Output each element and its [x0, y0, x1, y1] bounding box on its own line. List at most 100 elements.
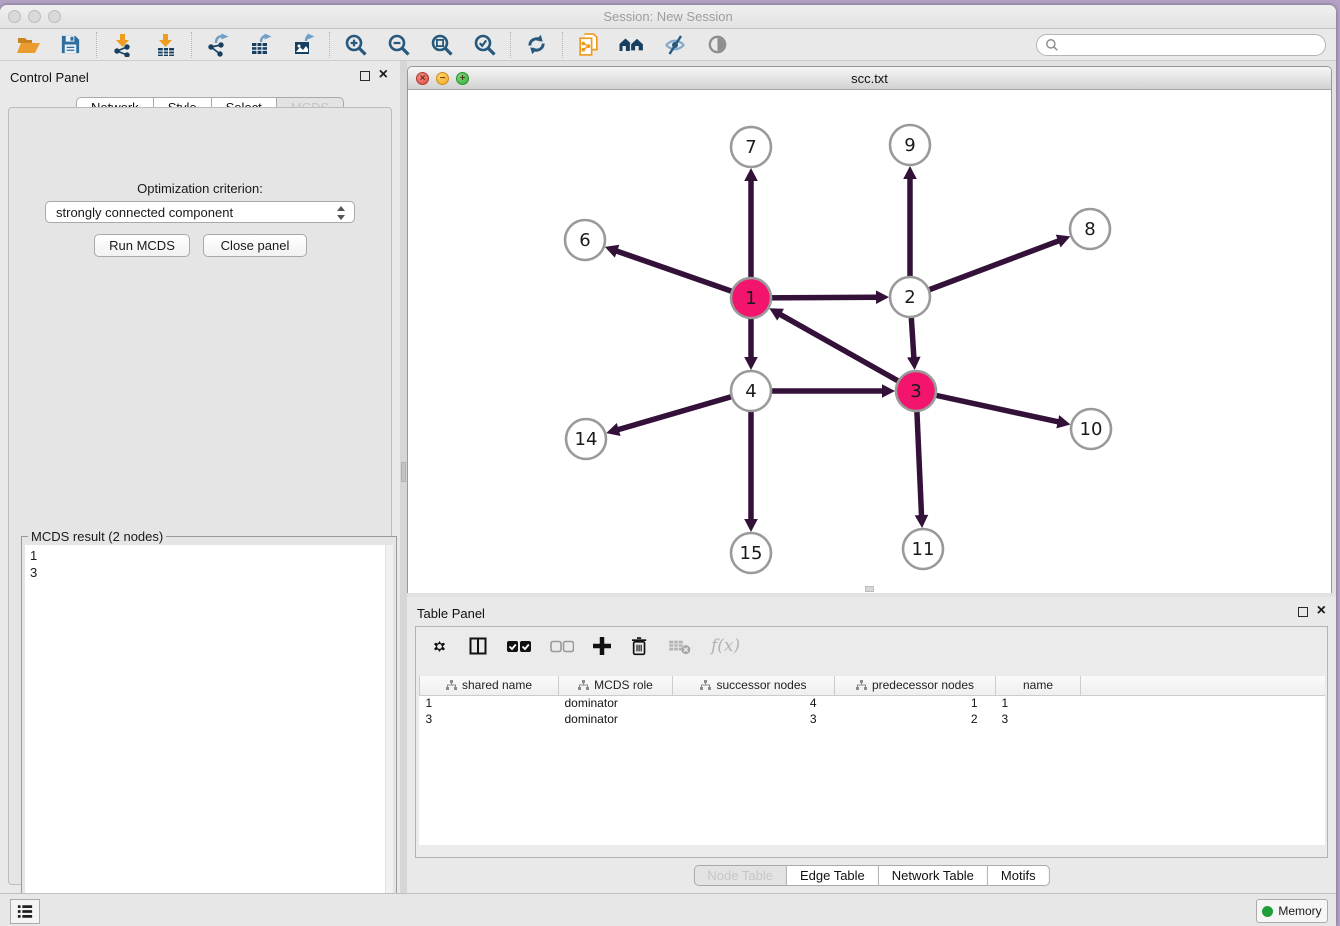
- result-scrollbar[interactable]: [385, 545, 393, 926]
- delete-table-button[interactable]: [668, 633, 692, 659]
- add-row-button[interactable]: [593, 633, 611, 659]
- graph-node-label: 7: [745, 137, 756, 158]
- graph-node-label: 6: [579, 230, 590, 251]
- column-header-filler: [1081, 676, 1326, 695]
- close-panel-button[interactable]: Close panel: [203, 234, 307, 257]
- import-table-button[interactable]: [144, 30, 187, 60]
- import-network-icon: [111, 33, 135, 57]
- show-column-button[interactable]: [468, 633, 488, 659]
- open-session-button[interactable]: [6, 30, 49, 60]
- close-table-panel-icon[interactable]: ×: [1317, 601, 1326, 621]
- run-mcds-button[interactable]: Run MCDS: [94, 234, 190, 257]
- mcds-result-text[interactable]: 1 3: [25, 545, 385, 926]
- table-row[interactable]: 1dominator411: [420, 695, 1326, 711]
- save-floppy-icon: [59, 33, 82, 56]
- search-box[interactable]: [1036, 34, 1326, 56]
- divider-handle[interactable]: [401, 462, 406, 482]
- save-session-button[interactable]: [49, 30, 92, 60]
- column-header-mcds-role[interactable]: MCDS role: [559, 676, 673, 695]
- graph-edge-3-1[interactable]: [780, 314, 916, 391]
- float-panel-icon[interactable]: [360, 71, 370, 81]
- list-icon: [17, 904, 33, 919]
- table-cell[interactable]: dominator: [559, 711, 673, 727]
- table-row[interactable]: 3dominator323: [420, 711, 1326, 727]
- export-network-button[interactable]: [196, 30, 239, 60]
- tab-edge-table[interactable]: Edge Table: [787, 865, 879, 886]
- task-history-button[interactable]: [10, 899, 40, 924]
- table-cell[interactable]: 3: [420, 711, 559, 727]
- table-cell-filler: [1081, 695, 1326, 711]
- tab-node-table[interactable]: Node Table: [693, 865, 787, 886]
- table-cell[interactable]: dominator: [559, 695, 673, 711]
- import-network-button[interactable]: [101, 30, 144, 60]
- column-header-predecessor-nodes[interactable]: predecessor nodes: [835, 676, 996, 695]
- graph-edge-1-6[interactable]: [616, 251, 751, 298]
- close-panel-icon[interactable]: ×: [379, 65, 388, 85]
- first-neighbors-button[interactable]: [610, 30, 653, 60]
- panel-divider[interactable]: [400, 61, 407, 893]
- delete-row-button[interactable]: [630, 633, 649, 659]
- node-table[interactable]: shared name MCDS role successor nodes pr…: [419, 676, 1325, 845]
- tab-network-table[interactable]: Network Table: [879, 865, 988, 886]
- export-image-button[interactable]: [282, 30, 325, 60]
- graph-node-label: 2: [904, 287, 915, 308]
- zoom-fit-button[interactable]: [420, 30, 463, 60]
- application-window: Session: New Session: [0, 5, 1336, 926]
- export-table-button[interactable]: [239, 30, 282, 60]
- zoom-out-icon: [387, 33, 411, 57]
- resize-grip[interactable]: [865, 586, 874, 592]
- criterion-dropdown[interactable]: strongly connected component: [45, 201, 355, 223]
- network-window-titlebar[interactable]: × − + scc.txt: [408, 67, 1331, 90]
- new-network-from-selection-button[interactable]: [567, 30, 610, 60]
- export-table-icon: [249, 33, 273, 57]
- tab-motifs[interactable]: Motifs: [988, 865, 1050, 886]
- table-cell[interactable]: 1: [996, 695, 1081, 711]
- table-cell[interactable]: 1: [835, 695, 996, 711]
- table-cell[interactable]: 4: [673, 695, 835, 711]
- table-settings-button[interactable]: [430, 633, 449, 659]
- column-header-successor-nodes[interactable]: successor nodes: [673, 676, 835, 695]
- zoom-selected-button[interactable]: [463, 30, 506, 60]
- deselect-all-button[interactable]: [550, 633, 574, 659]
- graph-edge-2-8[interactable]: [910, 241, 1059, 297]
- table-cell[interactable]: 3: [673, 711, 835, 727]
- zoom-out-button[interactable]: [377, 30, 420, 60]
- zoom-in-button[interactable]: [334, 30, 377, 60]
- select-all-button[interactable]: [507, 633, 531, 659]
- table-cell[interactable]: 1: [420, 695, 559, 711]
- table-cell[interactable]: 2: [835, 711, 996, 727]
- zoom-fit-icon: [430, 33, 454, 57]
- node-table-container: f(x) shared name MCDS role successor nod…: [415, 626, 1328, 858]
- columns-icon: [468, 636, 488, 656]
- trash-icon: [630, 636, 649, 656]
- refresh-view-button[interactable]: [515, 30, 558, 60]
- network-view-window: × − + scc.txt 7968124314101511: [407, 66, 1332, 593]
- fx-icon: f(x): [711, 636, 740, 656]
- graph-edge-arrowhead: [907, 357, 921, 370]
- hide-eye-icon: [663, 33, 687, 57]
- search-input[interactable]: [1064, 36, 1325, 54]
- hide-selected-button[interactable]: [653, 30, 696, 60]
- network-canvas[interactable]: 7968124314101511: [408, 90, 1331, 593]
- function-builder-button[interactable]: f(x): [711, 633, 740, 659]
- show-all-button[interactable]: [696, 30, 739, 60]
- column-header-name[interactable]: name: [996, 676, 1081, 695]
- table-cell[interactable]: 3: [996, 711, 1081, 727]
- plus-icon: [593, 637, 611, 655]
- checked-boxes-icon: [507, 640, 531, 653]
- network-graph[interactable]: 7968124314101511: [408, 90, 1331, 593]
- control-panel: Control Panel × Network Style Select MCD…: [0, 61, 400, 893]
- column-header-shared-name[interactable]: shared name: [420, 676, 559, 695]
- show-eye-icon: [706, 33, 729, 56]
- graph-edge-arrowhead: [1056, 415, 1070, 428]
- graph-node-label: 14: [575, 429, 598, 450]
- toolbar-separator: [96, 32, 97, 58]
- graph-node-label: 10: [1080, 419, 1103, 440]
- graph-edge-3-10[interactable]: [916, 391, 1059, 422]
- zoom-selected-icon: [473, 33, 497, 57]
- float-table-panel-icon[interactable]: [1298, 607, 1308, 617]
- memory-button[interactable]: Memory: [1256, 899, 1328, 923]
- main-toolbar: [0, 29, 1336, 61]
- import-table-icon: [154, 33, 178, 57]
- graph-edge-arrowhead: [876, 290, 889, 304]
